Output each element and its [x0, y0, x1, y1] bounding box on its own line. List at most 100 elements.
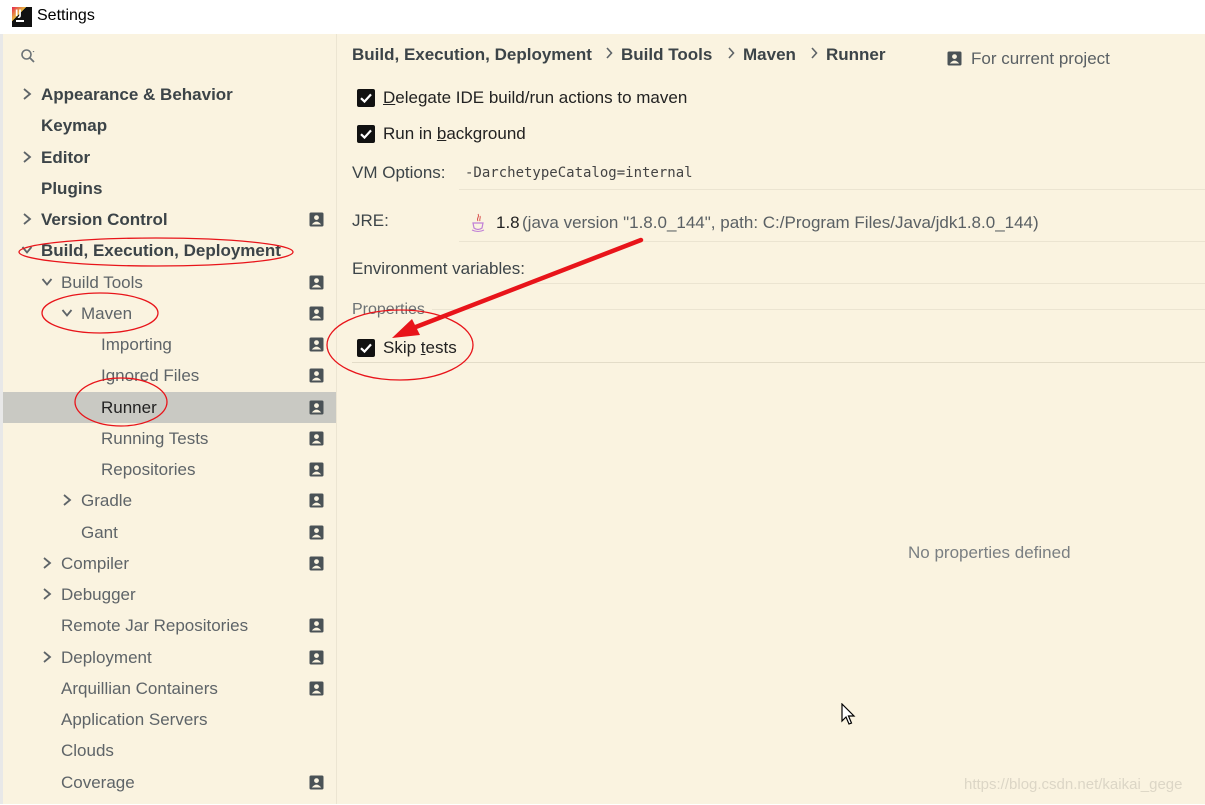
sidebar-item-gant[interactable]: Gant	[3, 517, 339, 548]
sidebar-item-label: Gradle	[81, 491, 133, 511]
project-scope-icon	[309, 681, 324, 696]
skip-tests-label[interactable]: Skip tests	[383, 338, 457, 358]
runner-settings-panel: Build, Execution, Deployment Build Tools M…	[352, 34, 1205, 804]
sidebar-item-gradle[interactable]: Gradle	[3, 485, 339, 516]
no-properties-message: No properties defined	[908, 543, 1071, 562]
project-scope-icon	[947, 51, 962, 66]
sidebar-item-version-control[interactable]: Version Control	[3, 204, 339, 235]
sidebar-item-build-execution-deployment[interactable]: Build, Execution, Deployment	[3, 235, 339, 266]
jre-version: 1.8	[496, 213, 520, 232]
chevron-down-icon[interactable]	[21, 243, 33, 257]
breadcrumb-item: Runner	[826, 45, 886, 64]
run-in-background-checkbox[interactable]	[357, 125, 375, 143]
sidebar-item-label: Runner	[101, 397, 157, 417]
breadcrumb-item: Maven	[743, 45, 796, 64]
project-scope-icon	[309, 775, 324, 790]
sidebar-item-editor[interactable]: Editor	[3, 142, 339, 173]
sidebar-item-plugins[interactable]: Plugins	[3, 173, 339, 204]
project-scope-icon	[309, 650, 324, 665]
project-scope-icon	[309, 431, 324, 446]
sidebar-item-label: Plugins	[41, 178, 103, 198]
chevron-right-icon[interactable]	[41, 587, 53, 601]
sidebar-item-label: Compiler	[61, 553, 130, 573]
sidebar-item-deployment[interactable]: Deployment	[3, 642, 339, 673]
vm-options-label: VM Options:	[352, 163, 446, 182]
scope-label: For current project	[971, 49, 1110, 68]
sidebar-item-debugger[interactable]: Debugger	[3, 579, 339, 610]
project-scope-icon	[309, 493, 324, 508]
run-in-background-label[interactable]: Run in background	[383, 124, 526, 144]
sidebar-item-label: Remote Jar Repositories	[61, 616, 249, 636]
splitter[interactable]	[336, 34, 352, 804]
chevron-right-icon[interactable]	[21, 150, 33, 164]
breadcrumb-item: Build Tools	[621, 45, 713, 64]
sidebar-item-keymap[interactable]: Keymap	[3, 110, 339, 141]
properties-separator	[432, 309, 1205, 310]
chevron-right-icon[interactable]	[41, 650, 53, 664]
sidebar-item-label: Ignored Files	[101, 366, 200, 386]
sidebar-item-compiler[interactable]: Compiler	[3, 548, 339, 579]
sidebar-item-clouds[interactable]: Clouds	[3, 735, 339, 766]
settings-sidebar: Appearance & Behavior Keymap Editor Plugins…	[0, 34, 339, 804]
sidebar-item-label: Deployment	[61, 647, 152, 667]
vm-options-field[interactable]: -DarchetypeCatalog=internal	[459, 157, 1205, 190]
sidebar-item-label: Repositories	[101, 460, 196, 479]
sidebar-item-arquillian-containers[interactable]: Arquillian Containers	[3, 673, 339, 704]
project-scope-icon	[309, 556, 324, 571]
project-scope-icon	[309, 400, 324, 415]
sidebar-item-application-servers[interactable]: Application Servers	[3, 704, 339, 735]
vm-options-value: -DarchetypeCatalog=internal	[465, 165, 693, 181]
jre-label: JRE:	[352, 211, 389, 230]
project-scope-icon	[309, 275, 324, 290]
sidebar-item-label: Application Servers	[61, 710, 208, 729]
environment-variables-field[interactable]	[532, 283, 1205, 284]
environment-variables-label: Environment variables:	[352, 259, 525, 278]
delegate-label[interactable]: Delegate IDE build/run actions to maven	[383, 88, 687, 108]
watermark: https://blog.csdn.net/kaikai_gege	[964, 776, 1183, 793]
chevron-right-icon[interactable]	[41, 556, 53, 570]
sidebar-item-label: Running Tests	[101, 428, 209, 448]
sidebar-item-label: Version Control	[41, 210, 168, 229]
sidebar-item-label: Editor	[41, 147, 91, 167]
sidebar-item-label: Gant	[81, 522, 118, 542]
jre-combo[interactable]: 1.8 (java version "1.8.0_144", path: C:/…	[459, 205, 1205, 242]
chevron-right-icon[interactable]	[21, 212, 33, 226]
sidebar-item-coverage[interactable]: Coverage	[3, 767, 339, 798]
sidebar-item-label: Importing	[101, 335, 172, 354]
sidebar-item-build-tools[interactable]: Build Tools	[3, 267, 339, 298]
sidebar-item-ignored-files[interactable]: Ignored Files	[3, 360, 339, 391]
sidebar-item-remote-jar-repositories[interactable]: Remote Jar Repositories	[3, 610, 339, 641]
jre-detail: (java version "1.8.0_144", path: C:/Prog…	[522, 213, 1039, 232]
sidebar-item-label: Clouds	[61, 741, 114, 761]
search-icon[interactable]	[20, 48, 36, 64]
sidebar-item-running-tests[interactable]: Running Tests	[3, 423, 339, 454]
title-bar: IJ Settings	[0, 0, 1205, 34]
sidebar-item-appearance-behavior[interactable]: Appearance & Behavior	[3, 79, 339, 110]
project-scope-icon	[309, 525, 324, 540]
chevron-right-icon[interactable]	[21, 87, 33, 101]
sidebar-item-label: Debugger	[61, 585, 136, 604]
window-title: Settings	[37, 7, 95, 24]
project-scope-icon	[309, 337, 324, 352]
sidebar-item-label: Maven	[81, 303, 133, 323]
sidebar-item-label: Appearance & Behavior	[41, 85, 233, 104]
properties-table[interactable]	[352, 362, 1205, 805]
sidebar-item-label: Coverage	[61, 772, 135, 792]
skip-tests-checkbox[interactable]	[357, 339, 375, 357]
project-scope-icon	[309, 212, 324, 227]
sidebar-item-importing[interactable]: Importing	[3, 329, 339, 360]
sidebar-item-runner[interactable]: Runner	[3, 391, 339, 423]
breadcrumb-item: Build, Execution, Deployment	[352, 45, 592, 64]
chevron-down-icon[interactable]	[61, 306, 73, 320]
project-scope-icon	[309, 462, 324, 477]
project-scope-icon	[309, 618, 324, 633]
sidebar-item-repositories[interactable]: Repositories	[3, 454, 339, 485]
sidebar-item-maven[interactable]: Maven	[3, 298, 339, 329]
sidebar-item-label: Build Tools	[61, 272, 143, 292]
chevron-down-icon[interactable]	[41, 275, 53, 289]
breadcrumb-separator-icon	[606, 47, 613, 59]
sidebar-item-label: Build, Execution, Deployment	[41, 241, 281, 261]
properties-label: Properties	[352, 301, 425, 318]
chevron-right-icon[interactable]	[61, 493, 73, 507]
delegate-checkbox[interactable]	[357, 89, 375, 107]
